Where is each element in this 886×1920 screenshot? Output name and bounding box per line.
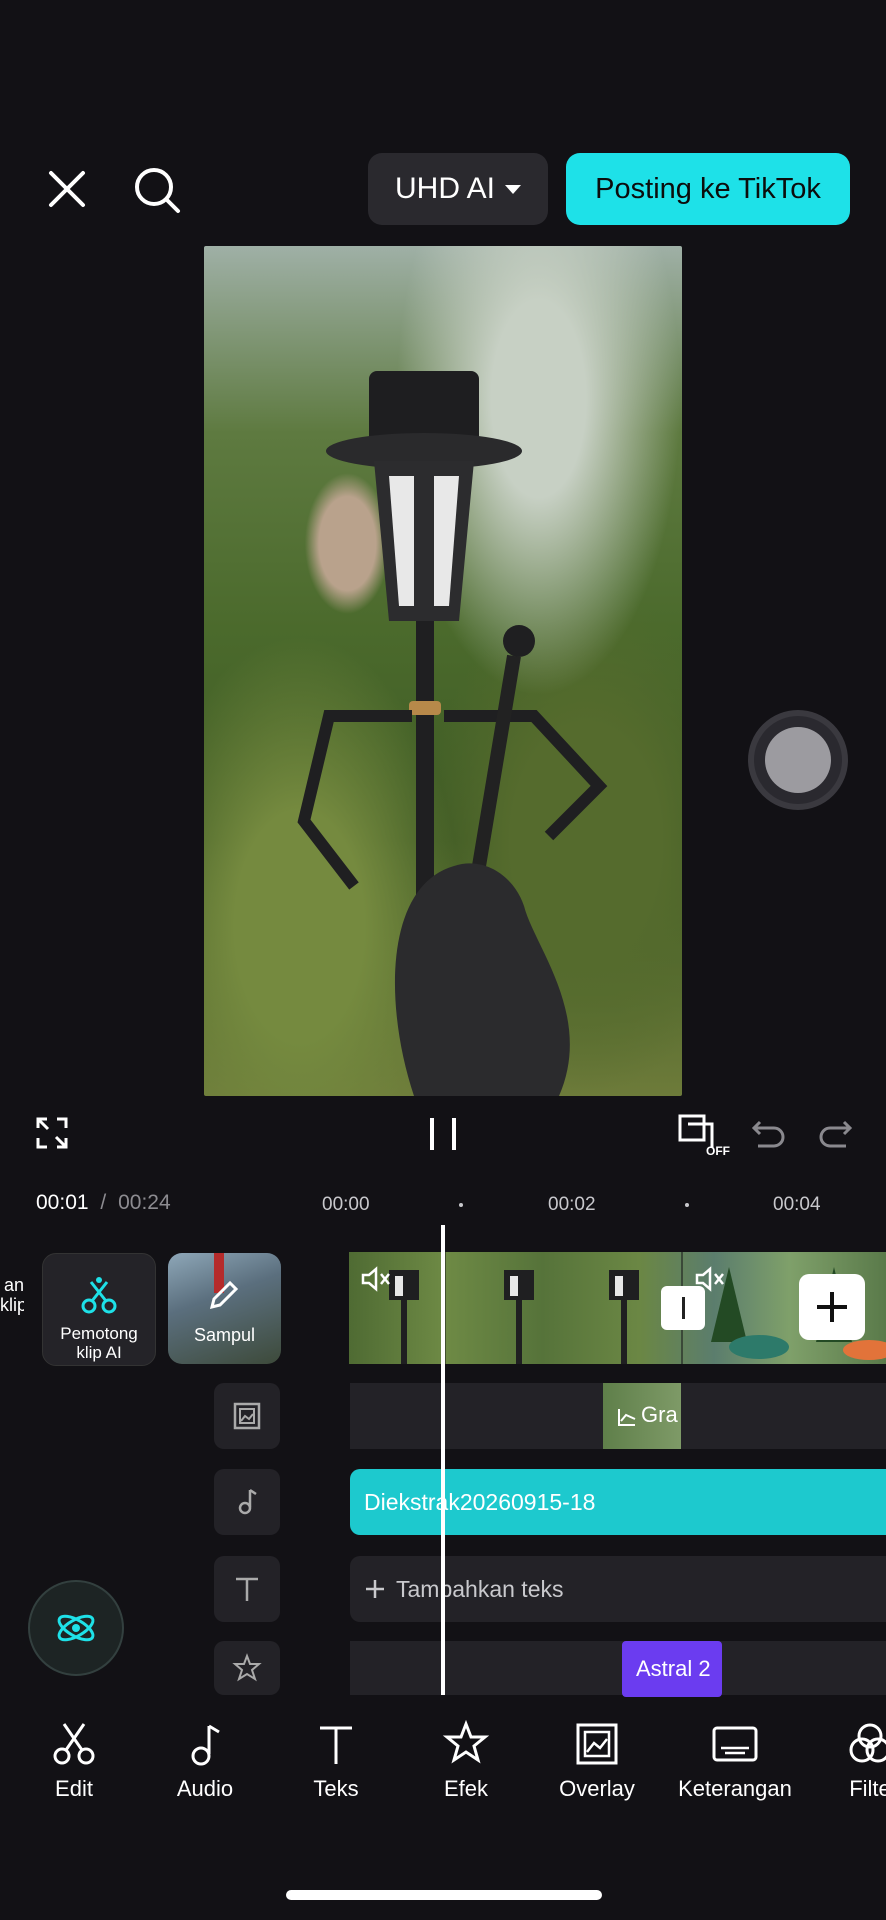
transition-icon [681, 1297, 685, 1319]
lamp-sculpture-image [297, 371, 608, 1096]
post-to-tiktok-button[interactable]: Posting ke TikTok [566, 153, 850, 225]
quality-dropdown[interactable]: UHD AI [368, 153, 548, 225]
time-separator: / [100, 1191, 107, 1214]
tool-filter-label: Filte [849, 1776, 886, 1801]
tool-edit[interactable]: Edit [44, 1720, 104, 1802]
record-button[interactable] [748, 710, 848, 810]
tool-overlay-label: Overlay [559, 1776, 635, 1801]
audio-clip[interactable]: Diekstrak20260915-18 [350, 1469, 886, 1535]
pause-icon[interactable] [428, 1116, 460, 1152]
pencil-icon [209, 1280, 239, 1310]
add-text-label: Tambahkan teks [396, 1575, 564, 1602]
video-clip-track[interactable] [349, 1252, 886, 1364]
effect-track[interactable] [350, 1641, 886, 1695]
redo-icon[interactable] [818, 1118, 854, 1150]
ruler-tick-0: 00:00 [322, 1194, 370, 1215]
time-readout: 00:01 / 00:24 [36, 1191, 171, 1215]
graph-icon [618, 1409, 636, 1426]
star-effect-icon [442, 1720, 490, 1764]
undo-icon[interactable] [750, 1118, 786, 1150]
tool-effect-label: Efek [443, 1776, 489, 1801]
record-button-core [765, 727, 831, 793]
ruler-dot [685, 1203, 689, 1207]
ai-scissors-icon [81, 1277, 117, 1314]
quality-label: UHD AI [394, 172, 496, 205]
overlay-track-icon[interactable] [214, 1383, 280, 1449]
effect-clip-label: Astral 2 [636, 1656, 711, 1681]
mute-icon[interactable] [361, 1266, 391, 1297]
audio-track-icon[interactable] [214, 1469, 280, 1535]
partial-tile-label[interactable]: an klip [0, 1275, 24, 1315]
ai-assist-button[interactable] [28, 1580, 124, 1676]
crop-off-icon[interactable]: OFF [674, 1112, 730, 1158]
filter-icon [849, 1723, 886, 1763]
ruler-dot [459, 1203, 463, 1207]
ai-assist-icon [57, 1614, 95, 1642]
scissors-icon [53, 1723, 95, 1765]
text-icon [320, 1726, 352, 1764]
search-icon[interactable] [130, 163, 184, 217]
tool-overlay[interactable]: Overlay [552, 1720, 642, 1802]
post-label: Posting ke TikTok [595, 172, 821, 205]
ai-clip-cutter-button[interactable]: Pemotong klip AI [42, 1253, 156, 1366]
caret-down-icon [505, 184, 522, 194]
tool-filter[interactable]: Filte [840, 1720, 886, 1802]
close-icon[interactable] [44, 166, 90, 212]
ai-cut-label-1: Pemotong [60, 1324, 138, 1343]
tool-captions[interactable]: Keterangan [670, 1720, 800, 1802]
current-time: 00:01 [36, 1191, 89, 1214]
partial-label-bottom: klip [0, 1295, 24, 1315]
overlay-icon [576, 1723, 618, 1765]
music-note-icon [191, 1724, 220, 1766]
transition-button[interactable] [661, 1286, 705, 1330]
tool-text[interactable]: Teks [306, 1720, 366, 1802]
tool-text-label: Teks [313, 1776, 359, 1801]
video-preview[interactable] [204, 246, 682, 1096]
playhead[interactable] [441, 1225, 445, 1695]
add-text-track[interactable]: Tambahkan teks [350, 1556, 886, 1622]
tool-captions-label: Keterangan [678, 1776, 792, 1801]
text-track-icon[interactable] [214, 1556, 280, 1622]
tool-audio[interactable]: Audio [170, 1720, 240, 1802]
cover-label: Sampul [193, 1325, 256, 1345]
tool-edit-label: Edit [55, 1776, 93, 1801]
ruler-tick-1: 00:02 [548, 1194, 596, 1215]
overlay-clip[interactable]: Gra [603, 1383, 681, 1449]
tool-effect[interactable]: Efek [436, 1720, 496, 1802]
plus-icon [366, 1580, 384, 1598]
cover-button[interactable]: Sampul [168, 1253, 281, 1364]
partial-label-top: an [3, 1275, 24, 1295]
effect-track-icon[interactable] [214, 1641, 280, 1695]
audio-clip-label: Diekstrak20260915-18 [364, 1488, 596, 1515]
plus-icon [817, 1292, 847, 1322]
overlay-clip-label: Gra [641, 1402, 678, 1427]
off-badge: OFF [706, 1144, 730, 1158]
ai-cut-label-2: klip AI [76, 1343, 122, 1362]
tool-audio-label: Audio [176, 1776, 234, 1801]
add-clip-button[interactable] [799, 1274, 865, 1340]
ruler-tick-2: 00:04 [773, 1194, 821, 1215]
total-time: 00:24 [118, 1191, 171, 1214]
effect-clip[interactable]: Astral 2 [622, 1641, 722, 1697]
fullscreen-icon[interactable] [34, 1115, 70, 1151]
caption-icon [712, 1726, 758, 1762]
home-indicator [286, 1890, 602, 1900]
